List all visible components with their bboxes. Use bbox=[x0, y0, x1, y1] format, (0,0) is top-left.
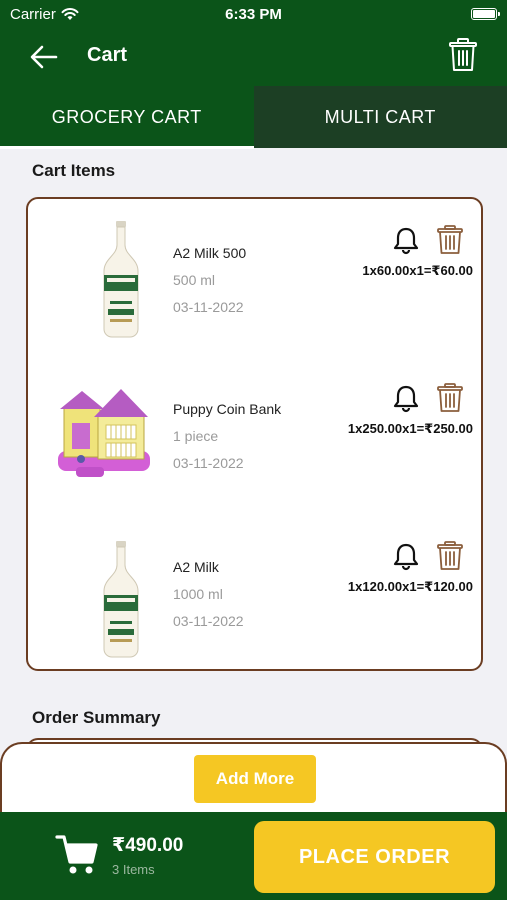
cart-icon bbox=[55, 835, 98, 874]
status-bar: Carrier 6:33 PM bbox=[0, 0, 507, 28]
cart-items-heading: Cart Items bbox=[32, 161, 116, 180]
checkout-bar: ₹490.00 3 Items PLACE ORDER bbox=[0, 812, 507, 900]
item-date: 03-11-2022 bbox=[173, 455, 244, 471]
add-more-sheet: Add More bbox=[0, 742, 507, 822]
battery-icon bbox=[471, 8, 500, 20]
delete-item-icon[interactable] bbox=[437, 383, 463, 413]
status-time: 6:33 PM bbox=[225, 6, 282, 23]
bell-icon[interactable] bbox=[393, 385, 419, 413]
item-quantity: 1000 ml bbox=[173, 586, 223, 602]
item-name: Puppy Coin Bank bbox=[173, 401, 282, 417]
item-quantity: 1 piece bbox=[173, 428, 219, 444]
milk-bottle-image bbox=[103, 541, 139, 658]
delete-item-icon[interactable] bbox=[437, 225, 463, 255]
bell-icon[interactable] bbox=[393, 227, 419, 255]
tab-grocery-cart[interactable]: GROCERY CART bbox=[0, 86, 254, 149]
item-price-line: 1x60.00x1=₹60.00 bbox=[362, 263, 473, 278]
page-title: Cart bbox=[87, 44, 128, 66]
cart-item: A2 Milk 1000 ml 03-11-2022 1x120.00x1=₹1… bbox=[28, 537, 481, 687]
item-date: 03-11-2022 bbox=[173, 613, 244, 629]
tab-multi-cart[interactable]: MULTI CART bbox=[253, 86, 507, 148]
header-bar: Carrier 6:33 PM Cart GROCERY CART MULTI … bbox=[0, 0, 507, 149]
order-summary-heading: Order Summary bbox=[32, 708, 161, 727]
nav-row: Cart bbox=[0, 30, 507, 84]
add-more-button[interactable]: Add More bbox=[194, 755, 316, 803]
delete-item-icon[interactable] bbox=[437, 541, 463, 571]
cart-items-count: 3 Items bbox=[112, 862, 155, 877]
clear-cart-trash-icon[interactable] bbox=[449, 38, 477, 72]
milk-bottle-image bbox=[103, 221, 139, 338]
item-date: 03-11-2022 bbox=[173, 299, 244, 315]
cart-item: A2 Milk 500 500 ml 03-11-2022 1x60.00x1=… bbox=[28, 221, 481, 371]
item-price-line: 1x120.00x1=₹120.00 bbox=[347, 579, 473, 594]
cart-tabs: GROCERY CART MULTI CART bbox=[0, 86, 507, 149]
cart-items-card: A2 Milk 500 500 ml 03-11-2022 1x60.00x1=… bbox=[26, 197, 483, 671]
cart-total: ₹490.00 bbox=[112, 835, 184, 856]
item-name: A2 Milk bbox=[173, 559, 219, 575]
back-arrow-icon[interactable] bbox=[28, 42, 60, 72]
bell-icon[interactable] bbox=[393, 543, 419, 571]
item-quantity: 500 ml bbox=[173, 272, 216, 288]
place-order-button[interactable]: PLACE ORDER bbox=[254, 821, 495, 893]
coin-bank-house-image bbox=[58, 389, 150, 477]
item-price-line: 1x250.00x1=₹250.00 bbox=[347, 421, 473, 436]
cart-item: Puppy Coin Bank 1 piece 03-11-2022 1x250… bbox=[28, 379, 481, 529]
item-name: A2 Milk 500 bbox=[173, 245, 247, 261]
